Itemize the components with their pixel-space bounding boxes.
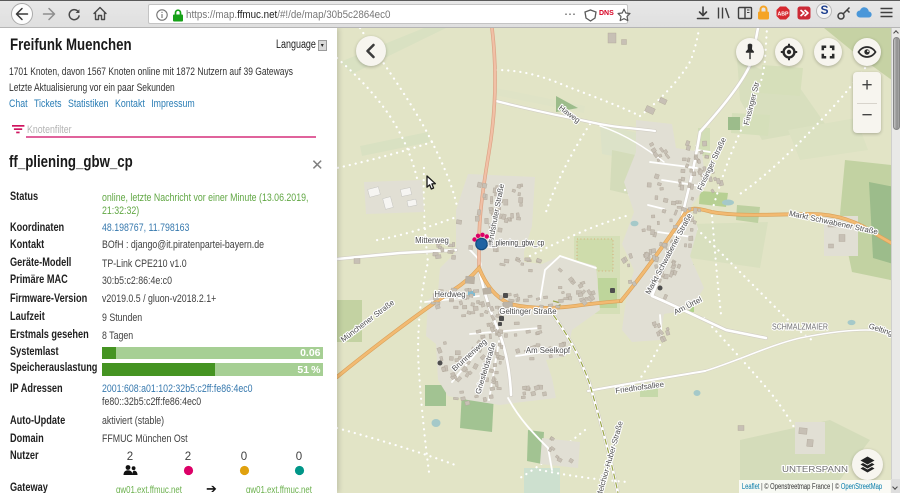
svg-text:UNTERSPANN: UNTERSPANN bbox=[782, 465, 848, 474]
svg-text:Herdweg: Herdweg bbox=[434, 290, 465, 299]
svg-text:SCHMALZMAIER: SCHMALZMAIER bbox=[772, 323, 828, 332]
svg-text:Geltinger Straße: Geltinger Straße bbox=[499, 307, 556, 316]
svg-text:Mitterweg: Mitterweg bbox=[415, 236, 449, 245]
svg-text:ff_pliening_gbw_cp: ff_pliening_gbw_cp bbox=[488, 239, 544, 248]
svg-text:Am Seelkopf: Am Seelkopf bbox=[526, 346, 571, 355]
svg-text:ABP: ABP bbox=[778, 12, 789, 18]
